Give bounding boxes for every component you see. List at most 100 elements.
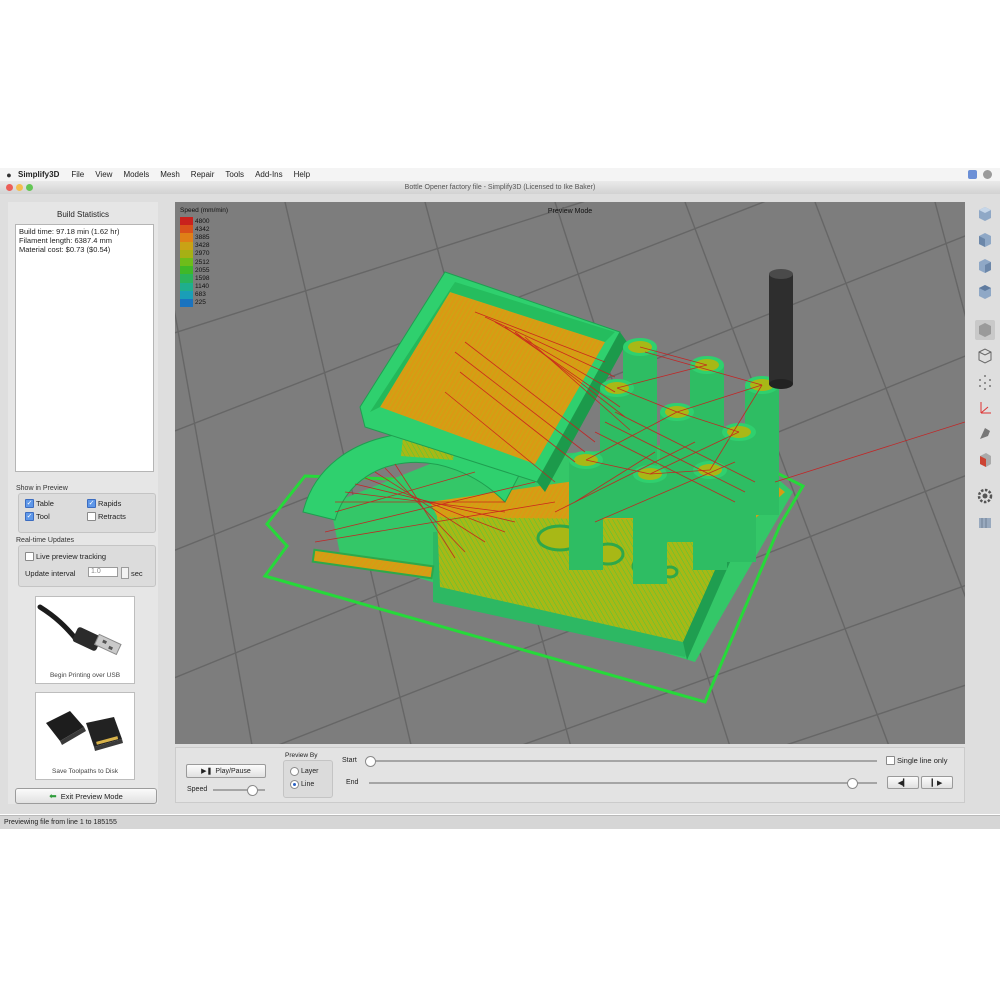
start-slider-knob[interactable] xyxy=(365,756,376,767)
legend-value: 2512 xyxy=(195,258,210,266)
build-statistics-title: Build Statistics xyxy=(56,210,110,219)
speed-legend: Speed (mm/min) 4800 4342 3885 3428 2970 2512 2… xyxy=(180,207,229,308)
view-cube-top-icon[interactable] xyxy=(975,282,995,302)
legend-swatch xyxy=(180,290,193,299)
search-icon[interactable] xyxy=(983,170,992,179)
status-bar: Previewing file from line 1 to 185155 xyxy=(0,815,1000,829)
speed-slider[interactable] xyxy=(213,785,265,796)
legend-value: 4800 xyxy=(195,217,210,225)
cross-section-icon[interactable] xyxy=(975,424,995,444)
single-line-label: Single line only xyxy=(897,756,948,765)
single-line-checkbox[interactable]: Single line only xyxy=(886,756,947,765)
legend-row: 1140 xyxy=(180,282,228,291)
legend-value: 2970 xyxy=(195,250,210,258)
shaded-model-icon[interactable] xyxy=(975,450,995,470)
menu-addins[interactable]: Add-Ins xyxy=(255,170,283,179)
update-interval-stepper[interactable] xyxy=(121,567,129,579)
end-slider-knob[interactable] xyxy=(847,778,858,789)
checkmark-icon: ✓ xyxy=(87,499,96,508)
material-cost: Material cost: $0.73 ($0.54) xyxy=(19,245,111,254)
speed-slider-knob[interactable] xyxy=(247,785,258,796)
menu-tools[interactable]: Tools xyxy=(225,170,244,179)
legend-value: 225 xyxy=(195,299,206,307)
layer-radio[interactable]: Layer xyxy=(290,767,319,776)
exit-preview-button[interactable]: ⬅ Exit Preview Mode xyxy=(15,788,157,804)
apple-menu-icon[interactable]: ● xyxy=(0,170,18,180)
speed-label: Speed xyxy=(187,786,208,793)
legend-row: 4342 xyxy=(180,225,228,234)
legend-swatch xyxy=(180,266,193,275)
menu-file[interactable]: File xyxy=(71,170,84,179)
legend-row: 4800 xyxy=(180,217,228,226)
wireframe-view-icon[interactable] xyxy=(975,346,995,366)
app-menu[interactable]: Simplify3D xyxy=(18,170,59,179)
previous-line-button[interactable]: ◀▎ xyxy=(887,776,919,789)
radio-empty-icon xyxy=(290,767,299,776)
live-tracking-label: Live preview tracking xyxy=(36,552,107,561)
legend-swatch xyxy=(180,274,193,283)
table-checkbox[interactable]: ✓ Table xyxy=(25,499,54,508)
sd-card-icon xyxy=(46,711,123,751)
legend-row: 2055 xyxy=(180,266,228,275)
checkbox-empty-icon xyxy=(25,552,34,561)
preview-viewport[interactable]: Preview Mode Speed (mm/min) 4800 4342 3885… xyxy=(175,202,965,744)
menu-help[interactable]: Help xyxy=(294,170,310,179)
save-toolpaths-tile[interactable]: Save Toolpaths to Disk xyxy=(35,692,135,780)
checkmark-icon: ✓ xyxy=(25,499,34,508)
view-cube-iso-icon[interactable] xyxy=(975,204,995,224)
next-line-button[interactable]: ▎▶ xyxy=(921,776,953,789)
legend-swatch xyxy=(180,298,193,308)
legend-value: 683 xyxy=(195,291,206,299)
rapids-label: Rapids xyxy=(98,499,122,508)
show-in-preview-title: Show in Preview xyxy=(16,485,68,492)
usb-cable-icon xyxy=(37,604,122,656)
realtime-updates-group: Live preview tracking Update interval 1.… xyxy=(18,545,156,587)
window-titlebar: Bottle Opener factory file - Simplify3D … xyxy=(0,181,1000,195)
live-tracking-checkbox[interactable]: Live preview tracking xyxy=(25,552,106,561)
step-back-icon: ◀▎ xyxy=(897,779,909,787)
update-interval-label: Update interval xyxy=(25,569,76,578)
build-volume-icon[interactable] xyxy=(975,512,995,532)
preview-by-group: Layer Line xyxy=(283,760,333,798)
legend-row: 225 xyxy=(180,298,228,308)
axes-icon[interactable] xyxy=(975,398,995,418)
extruder-tool xyxy=(769,269,793,389)
gear-icon[interactable] xyxy=(975,486,995,506)
menu-repair[interactable]: Repair xyxy=(191,170,215,179)
legend-swatch xyxy=(180,225,193,234)
toolpath-preview[interactable] xyxy=(175,202,965,744)
solid-view-icon[interactable] xyxy=(975,320,995,340)
start-label: Start xyxy=(342,757,357,764)
menu-view[interactable]: View xyxy=(95,170,112,179)
view-cube-front-icon[interactable] xyxy=(975,230,995,250)
menu-mesh[interactable]: Mesh xyxy=(160,170,180,179)
update-interval-input[interactable]: 1.0 xyxy=(88,567,118,577)
point-view-icon[interactable] xyxy=(975,372,995,392)
print-usb-tile[interactable]: Begin Printing over USB xyxy=(35,596,135,684)
legend-row: 1598 xyxy=(180,274,228,283)
line-radio[interactable]: Line xyxy=(290,780,314,789)
play-pause-button[interactable]: ▶❚ Play/Pause xyxy=(186,764,266,778)
menubar-status-icons xyxy=(968,170,1000,179)
tool-checkbox[interactable]: ✓ Tool xyxy=(25,512,50,521)
legend-title: Speed (mm/min) xyxy=(180,207,229,214)
legend-value: 2055 xyxy=(195,266,210,274)
end-slider[interactable] xyxy=(369,778,877,789)
rapids-checkbox[interactable]: ✓ Rapids xyxy=(87,499,121,508)
view-toolbar xyxy=(972,202,996,562)
build-time: Build time: 97.18 min (1.62 hr) xyxy=(19,227,120,236)
legend-value: 1140 xyxy=(195,283,209,291)
retracts-label: Retracts xyxy=(98,512,126,521)
legend-row: 3885 xyxy=(180,233,228,242)
retracts-checkbox[interactable]: Retracts xyxy=(87,512,126,521)
legend-swatch xyxy=(180,282,193,291)
radio-selected-icon xyxy=(290,780,299,789)
status-icon[interactable] xyxy=(968,170,977,179)
view-cube-side-icon[interactable] xyxy=(975,256,995,276)
legend-value: 1598 xyxy=(195,274,210,282)
exit-preview-label: Exit Preview Mode xyxy=(60,791,123,801)
legend-swatch xyxy=(180,249,193,258)
menu-models[interactable]: Models xyxy=(123,170,149,179)
legend-value: 3885 xyxy=(195,233,210,241)
start-slider[interactable] xyxy=(365,756,877,767)
